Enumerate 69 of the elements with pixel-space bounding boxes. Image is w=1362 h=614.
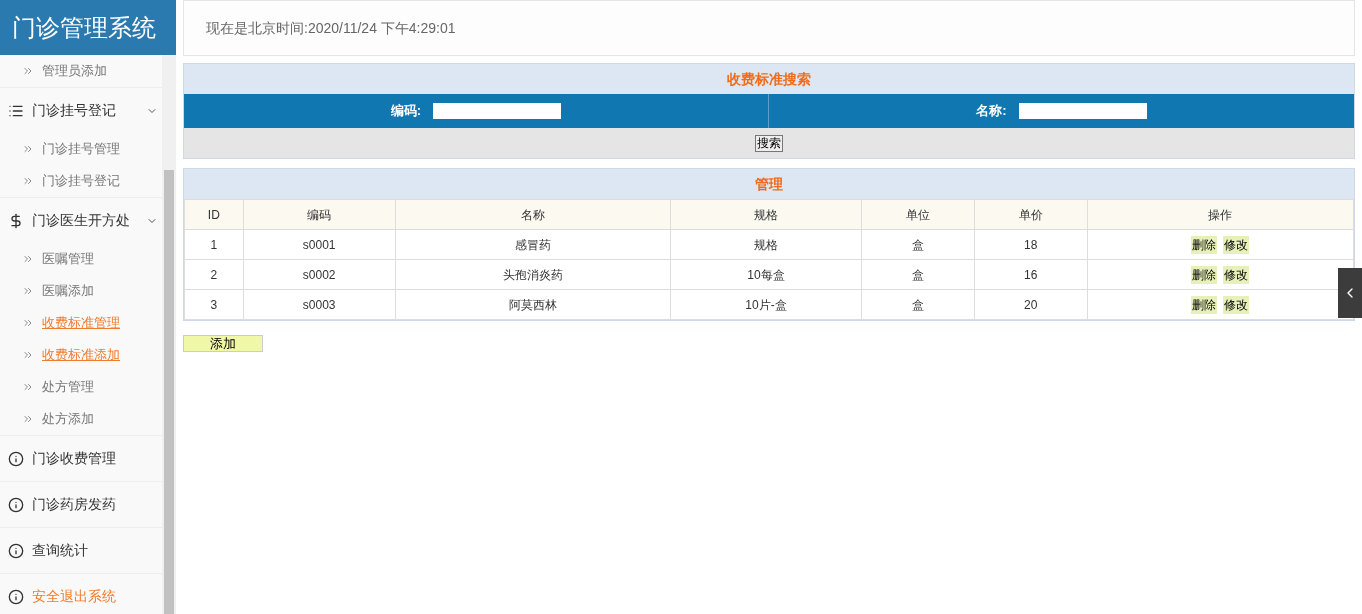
add-button[interactable]: 添加 [183,335,263,352]
sidebar-subitem[interactable]: 管理员添加 [42,61,107,81]
table-cell: 盒 [861,289,975,320]
table-cell: s0001 [243,229,396,260]
search-button[interactable]: 搜索 [755,134,783,152]
info-icon [8,496,24,513]
table-cell: 1 [184,229,244,260]
dollar-icon [8,212,24,229]
info-icon [8,588,24,605]
scrollbar[interactable] [162,55,176,614]
clock-text: 现在是北京时间:2020/11/24 下午4:29:01 [206,18,456,38]
double-chevron-icon [22,381,34,393]
table-cell: 3 [184,289,244,320]
column-header: ID [184,199,244,230]
action-button[interactable]: 删除 [1191,295,1218,314]
column-header: 编码 [243,199,396,230]
sidebar-subitem[interactable]: 医嘱添加 [42,281,94,301]
action-button[interactable]: 删除 [1191,235,1218,254]
double-chevron-icon [22,253,34,265]
double-chevron-icon [22,413,34,425]
double-chevron-icon [22,65,34,77]
sidebar-subitem[interactable]: 门诊挂号管理 [42,139,120,159]
action-button[interactable]: 修改 [1223,295,1250,314]
sidebar-subitem[interactable]: 处方管理 [42,377,94,397]
double-chevron-icon [22,317,34,329]
sidebar-subitem[interactable]: 医嘱管理 [42,249,94,269]
table-cell: 10片-盒 [670,289,862,320]
column-header: 单价 [974,199,1088,230]
app-title: 门诊管理系统 [0,0,176,55]
table-cell: 16 [974,259,1088,290]
sidebar-subitem[interactable]: 处方添加 [42,409,94,429]
sidebar-item[interactable]: 门诊挂号登记 [32,100,116,121]
action-button[interactable]: 修改 [1223,265,1250,284]
table-cell: 感冒药 [395,229,671,260]
table-cell: 2 [184,259,244,290]
column-header: 规格 [670,199,862,230]
sidebar-subitem[interactable]: 门诊挂号登记 [42,171,120,191]
sidebar-item[interactable]: 门诊医生开方处 [32,210,130,231]
table-cell: s0003 [243,289,396,320]
table-cell: 规格 [670,229,862,260]
field-label: 名称: [976,102,1007,121]
column-header: 单位 [861,199,975,230]
table-cell: 阿莫西林 [395,289,671,320]
column-header: 操作 [1087,199,1354,230]
table-cell: s0002 [243,259,396,290]
double-chevron-icon [22,285,34,297]
column-header: 名称 [395,199,671,230]
table-cell: 头孢消炎药 [395,259,671,290]
table-cell: 18 [974,229,1088,260]
field-label: 编码: [390,102,422,121]
table-cell: 盒 [861,259,975,290]
table-cell: 20 [974,289,1088,320]
search-field[interactable] [1018,103,1147,119]
double-chevron-icon [22,143,34,155]
panel-title: 收费标准搜索 [727,69,811,89]
table-cell: 盒 [861,229,975,260]
collapse-button[interactable] [1338,268,1362,318]
panel-title: 管理 [755,174,783,194]
table-cell: 10每盒 [670,259,862,290]
sidebar-item[interactable]: 门诊药房发药 [32,494,116,515]
search-field[interactable] [433,103,562,119]
double-chevron-icon [22,175,34,187]
action-button[interactable]: 修改 [1223,235,1250,254]
double-chevron-icon [22,349,34,361]
sidebar-item[interactable]: 查询统计 [32,540,88,561]
info-icon [8,450,24,467]
info-icon [8,542,24,559]
action-button[interactable]: 删除 [1191,265,1218,284]
sidebar-item[interactable]: 门诊收费管理 [32,448,116,469]
